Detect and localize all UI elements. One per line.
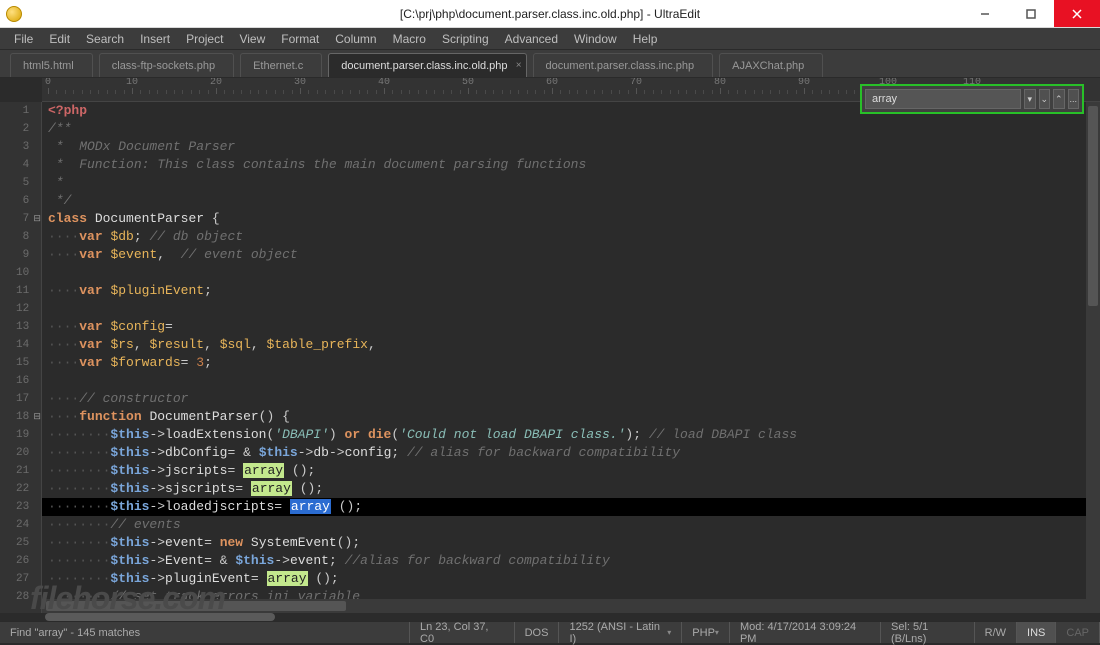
status-ins[interactable]: INS: [1017, 622, 1056, 643]
menu-window[interactable]: Window: [566, 32, 625, 46]
find-bar: ▾ ⌄ ⌃ ...: [860, 84, 1084, 114]
code-line[interactable]: ····function DocumentParser() {: [42, 408, 1086, 426]
tab[interactable]: document.parser.class.inc.php: [533, 53, 714, 77]
menu-project[interactable]: Project: [178, 32, 231, 46]
status-modified: Mod: 4/17/2014 3:09:24 PM: [730, 622, 881, 643]
code-line[interactable]: [42, 372, 1086, 390]
titlebar: [C:\prj\php\document.parser.class.inc.ol…: [0, 0, 1100, 28]
window-title: [C:\prj\php\document.parser.class.inc.ol…: [0, 7, 1100, 21]
find-more-button[interactable]: ...: [1068, 89, 1080, 109]
search-input[interactable]: [865, 89, 1021, 109]
status-rw[interactable]: R/W: [975, 622, 1017, 643]
code-area[interactable]: <?php/** * MODx Document Parser * Functi…: [42, 102, 1086, 599]
code-line[interactable]: ········$this->dbConfig= & $this->db->co…: [42, 444, 1086, 462]
tab[interactable]: document.parser.class.inc.old.php×: [328, 53, 526, 77]
menu-insert[interactable]: Insert: [132, 32, 178, 46]
horizontal-scrollbar[interactable]: [42, 599, 1086, 613]
code-line[interactable]: * Function: This class contains the main…: [42, 156, 1086, 174]
menu-column[interactable]: Column: [327, 32, 384, 46]
code-line[interactable]: *: [42, 174, 1086, 192]
editor[interactable]: 1234567⊟89101112131415161718⊟19202122232…: [0, 102, 1086, 613]
status-cap: CAP: [1056, 622, 1100, 643]
code-line[interactable]: ····var $db; // db object: [42, 228, 1086, 246]
menu-edit[interactable]: Edit: [41, 32, 78, 46]
menu-search[interactable]: Search: [78, 32, 132, 46]
code-line[interactable]: ····var $pluginEvent;: [42, 282, 1086, 300]
code-line[interactable]: ····var $rs, $result, $sql, $table_prefi…: [42, 336, 1086, 354]
menu-advanced[interactable]: Advanced: [497, 32, 566, 46]
code-line[interactable]: ········$this->Event= & $this->event; //…: [42, 552, 1086, 570]
fold-icon[interactable]: ⊟: [33, 214, 41, 224]
code-line[interactable]: ········$this->loadedjscripts= array ();: [42, 498, 1086, 516]
code-line[interactable]: ····var $config=: [42, 318, 1086, 336]
code-line[interactable]: ········$this->loadExtension('DBAPI') or…: [42, 426, 1086, 444]
app-icon: [6, 6, 22, 22]
close-button[interactable]: [1054, 0, 1100, 27]
tab[interactable]: Ethernet.c: [240, 53, 322, 77]
status-lang[interactable]: PHP: [682, 622, 730, 643]
menu-macro[interactable]: Macro: [385, 32, 434, 46]
gutter: 1234567⊟89101112131415161718⊟19202122232…: [0, 102, 42, 613]
code-line[interactable]: ········$this->event= new SystemEvent();: [42, 534, 1086, 552]
code-line[interactable]: ····// constructor: [42, 390, 1086, 408]
code-line[interactable]: * MODx Document Parser: [42, 138, 1086, 156]
code-line[interactable]: ········$this->jscripts= array ();: [42, 462, 1086, 480]
fold-icon[interactable]: ⊟: [33, 412, 41, 422]
code-line[interactable]: ········// events: [42, 516, 1086, 534]
code-line[interactable]: [42, 300, 1086, 318]
minimize-button[interactable]: [962, 0, 1008, 27]
status-encoding[interactable]: 1252 (ANSI - Latin I): [559, 622, 682, 643]
menu-scripting[interactable]: Scripting: [434, 32, 497, 46]
menu-view[interactable]: View: [231, 32, 273, 46]
code-line[interactable]: class DocumentParser {: [42, 210, 1086, 228]
statusbar: Find "array" - 145 matches Ln 23, Col 37…: [0, 621, 1100, 643]
maximize-button[interactable]: [1008, 0, 1054, 27]
menubar: FileEditSearchInsertProjectViewFormatCol…: [0, 28, 1100, 50]
tab[interactable]: class-ftp-sockets.php: [99, 53, 234, 77]
code-line[interactable]: ········// set track_errors ini variable: [42, 588, 1086, 599]
code-line[interactable]: ····var $event, // event object: [42, 246, 1086, 264]
status-pos: Ln 23, Col 37, C0: [410, 622, 515, 643]
tab[interactable]: html5.html: [10, 53, 93, 77]
code-line[interactable]: [42, 264, 1086, 282]
status-selection: Sel: 5/1 (B/Lns): [881, 622, 975, 643]
vertical-scrollbar[interactable]: [1086, 102, 1100, 613]
find-next-button[interactable]: ⌄: [1039, 89, 1051, 109]
tabstrip: html5.htmlclass-ftp-sockets.phpEthernet.…: [0, 50, 1100, 78]
code-line[interactable]: ········$this->sjscripts= array ();: [42, 480, 1086, 498]
code-line[interactable]: */: [42, 192, 1086, 210]
code-line[interactable]: ········$this->pluginEvent= array ();: [42, 570, 1086, 588]
find-prev-button[interactable]: ⌃: [1053, 89, 1065, 109]
menu-file[interactable]: File: [6, 32, 41, 46]
menu-help[interactable]: Help: [625, 32, 666, 46]
close-icon[interactable]: ×: [516, 60, 522, 71]
code-line[interactable]: ····var $forwards= 3;: [42, 354, 1086, 372]
menu-format[interactable]: Format: [273, 32, 327, 46]
code-line[interactable]: /**: [42, 120, 1086, 138]
tab[interactable]: AJAXChat.php: [719, 53, 823, 77]
status-eol[interactable]: DOS: [515, 622, 560, 643]
dropdown-icon[interactable]: ▾: [1024, 89, 1036, 109]
status-find: Find "array" - 145 matches: [0, 622, 410, 643]
